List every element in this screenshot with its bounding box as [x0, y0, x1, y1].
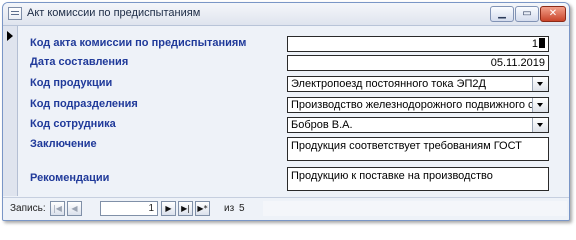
- employee-label: Код сотрудника: [30, 118, 116, 130]
- conclusion-label: Заключение: [30, 138, 97, 150]
- employee-value: Бобров В.А.: [291, 119, 353, 131]
- minimize-button[interactable]: ▁: [490, 6, 514, 22]
- date-field[interactable]: 05.11.2019: [287, 55, 549, 71]
- record-label: Запись:: [10, 203, 46, 214]
- division-combo[interactable]: Производство железнодорожного подвижного…: [287, 97, 549, 113]
- recommendations-field[interactable]: Продукцию к поставке на производство: [287, 167, 549, 191]
- window-title: Акт комиссии по предиспытаниям: [27, 7, 201, 19]
- record-of-label: из: [224, 203, 235, 214]
- next-record-button[interactable]: ▶: [161, 201, 176, 216]
- current-record-arrow-icon: [7, 31, 13, 41]
- horizontal-scrollbar[interactable]: [263, 201, 567, 216]
- form-icon: [8, 7, 22, 20]
- chevron-down-icon[interactable]: [532, 77, 548, 91]
- chevron-down-icon[interactable]: [532, 98, 548, 112]
- act-code-value: 1: [531, 38, 538, 50]
- employee-combo[interactable]: Бобров В.А.: [287, 117, 549, 133]
- division-label: Код подразделения: [30, 98, 138, 110]
- last-record-button[interactable]: ▶|: [178, 201, 193, 216]
- recommendations-label: Рекомендации: [30, 172, 110, 184]
- record-total: 5: [239, 203, 245, 214]
- new-record-button[interactable]: ▶*: [195, 201, 210, 216]
- form-body: Код акта комиссии по предиспытаниям 1 Да…: [18, 26, 569, 196]
- first-record-button[interactable]: |◀: [50, 201, 65, 216]
- chevron-down-icon[interactable]: [532, 118, 548, 132]
- maximize-button[interactable]: ▭: [515, 6, 539, 22]
- product-label: Код продукции: [30, 77, 113, 89]
- close-button[interactable]: ✕: [540, 6, 566, 22]
- product-value: Электропоезд постоянного тока ЭП2Д: [291, 78, 486, 90]
- date-label: Дата составления: [30, 56, 129, 68]
- record-selector[interactable]: [3, 26, 18, 196]
- act-code-field[interactable]: 1: [287, 36, 549, 52]
- title-bar: Акт комиссии по предиспытаниям ▁ ▭ ✕: [3, 3, 569, 26]
- form-window: Акт комиссии по предиспытаниям ▁ ▭ ✕ Код…: [2, 2, 570, 221]
- previous-record-button[interactable]: ◀: [67, 201, 82, 216]
- text-cursor: [539, 38, 545, 48]
- division-value: Производство железнодорожного подвижного…: [291, 99, 534, 111]
- product-combo[interactable]: Электропоезд постоянного тока ЭП2Д: [287, 76, 549, 92]
- act-code-label: Код акта комиссии по предиспытаниям: [30, 37, 247, 49]
- record-navigation-bar: Запись: |◀ ◀ 1 ▶ ▶| ▶* из 5: [3, 197, 569, 220]
- current-record-input[interactable]: 1: [100, 201, 158, 216]
- conclusion-field[interactable]: Продукция соответствует требованиям ГОСТ: [287, 137, 549, 161]
